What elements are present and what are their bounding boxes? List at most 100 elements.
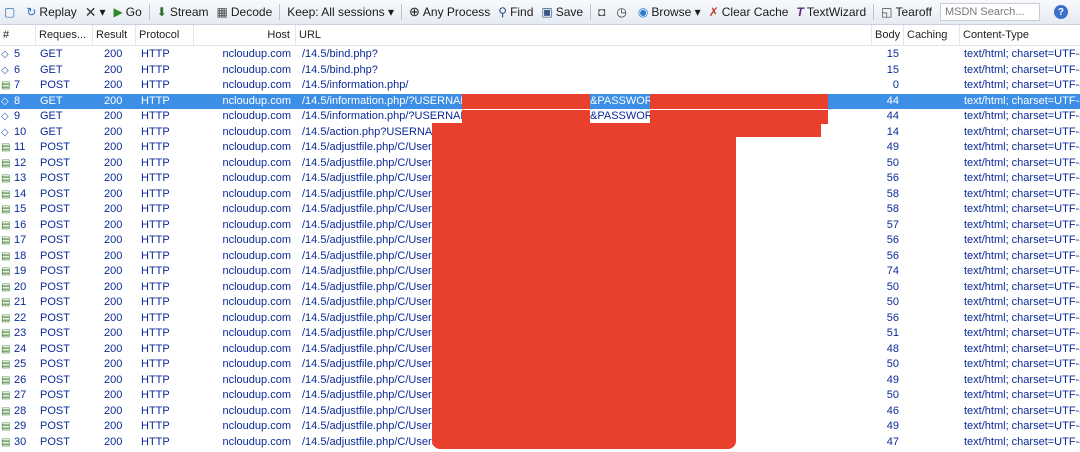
- cell-protocol: HTTP: [141, 342, 170, 355]
- cell-num: 17: [14, 234, 27, 246]
- help-icon[interactable]: ?: [1053, 5, 1068, 19]
- post-request-icon: ▤: [1, 204, 11, 215]
- cell-method: POST: [40, 420, 70, 432]
- cell-method: POST: [40, 373, 70, 386]
- cell-method: POST: [40, 156, 70, 169]
- browse-button[interactable]: ◉ Browse ▾: [634, 1, 705, 23]
- redaction-block: [462, 110, 590, 124]
- cell-url: /14.5/bind.php?: [302, 48, 378, 60]
- go-button[interactable]: ▶ Go: [110, 1, 146, 23]
- screenshot-button[interactable]: ◘: [594, 1, 612, 23]
- session-row[interactable]: ◇ 6 GET 200 HTTP ncloudup.com/14.5/bind.php? 1…: [0, 63, 1080, 79]
- cell-host: ncloudup.com: [222, 218, 292, 231]
- cell-protocol: HTTP: [141, 404, 170, 417]
- column-header-number[interactable]: #: [0, 25, 36, 45]
- toolbar: ▢ ↻ Replay ✕ ▾ ▶ Go ⬇ Stream ▦ Decode Keep: A…: [0, 0, 1080, 25]
- cell-num: 21: [14, 296, 27, 308]
- cell-content-type: text/html; charset=UTF-8: [964, 63, 1080, 76]
- replay-button[interactable]: ↻ Replay: [22, 1, 80, 23]
- column-header-protocol[interactable]: Protocol: [136, 25, 194, 45]
- cell-num: 30: [14, 435, 27, 448]
- cell-protocol: HTTP: [141, 203, 170, 215]
- cell-body: 50: [886, 389, 899, 401]
- column-header-caching[interactable]: Caching: [904, 25, 960, 45]
- cell-result: 200: [104, 420, 123, 432]
- cell-content-type: text/html; charset=UTF-8: [964, 311, 1080, 324]
- cell-body: 50: [886, 156, 899, 169]
- cell-body: 56: [886, 249, 899, 262]
- cell-host: ncloudup.com: [222, 296, 292, 308]
- cell-body: 74: [886, 265, 899, 277]
- column-header-method[interactable]: Reques...: [36, 25, 93, 45]
- comment-button[interactable]: ▢: [0, 1, 22, 23]
- cell-result: 200: [104, 327, 123, 339]
- any-process-button[interactable]: ⊕ Any Process: [405, 1, 494, 23]
- cell-protocol: HTTP: [141, 249, 170, 262]
- column-header-result[interactable]: Result: [93, 25, 136, 45]
- cell-method: POST: [40, 141, 70, 153]
- cell-protocol: HTTP: [141, 63, 170, 76]
- cell-num: 23: [14, 327, 27, 339]
- textwizard-icon: T: [796, 5, 804, 19]
- tearoff-button[interactable]: ◱ Tearoff: [877, 1, 936, 23]
- cell-content-type: text/html; charset=UTF-8: [964, 172, 1080, 184]
- cell-body: 47: [886, 435, 899, 448]
- decode-button[interactable]: ▦ Decode: [213, 1, 277, 23]
- cell-host: ncloudup.com: [222, 420, 292, 432]
- column-header-host[interactable]: Host: [194, 25, 296, 45]
- save-button[interactable]: ▣ Save: [537, 1, 587, 23]
- cell-content-type: text/html; charset=UTF-8: [964, 110, 1080, 122]
- post-request-icon: ▤: [1, 374, 11, 386]
- cell-method: POST: [40, 187, 70, 200]
- keep-sessions-dropdown[interactable]: Keep: All sessions ▾: [283, 1, 398, 23]
- cell-body: 14: [886, 125, 899, 138]
- cell-result: 200: [104, 234, 123, 246]
- session-row[interactable]: ◇ 5 GET 200 HTTP ncloudup.com/14.5/bind.php? 1…: [0, 47, 1080, 63]
- cell-body: 49: [886, 420, 899, 432]
- cell-protocol: HTTP: [141, 296, 170, 308]
- clear-cache-button[interactable]: ✗ Clear Cache: [705, 1, 793, 23]
- cell-content-type: text/html; charset=UTF-8: [964, 125, 1080, 138]
- post-request-icon: ▤: [1, 266, 11, 277]
- cell-result: 200: [104, 125, 123, 138]
- redaction-block: [736, 124, 821, 137]
- cell-result: 200: [104, 187, 123, 200]
- cell-num: 28: [14, 404, 27, 417]
- find-button[interactable]: ⚲ Find: [494, 1, 537, 23]
- cell-protocol: HTTP: [141, 311, 170, 324]
- cell-protocol: HTTP: [141, 125, 170, 138]
- cell-num: 7: [14, 79, 21, 91]
- cell-content-type: text/html; charset=UTF-8: [964, 280, 1080, 293]
- stream-button[interactable]: ⬇ Stream: [153, 1, 213, 23]
- timer-button[interactable]: ◷: [612, 1, 633, 23]
- remove-button[interactable]: ✕ ▾: [81, 1, 110, 23]
- cell-host: ncloudup.com: [222, 63, 292, 76]
- column-header-body[interactable]: Body: [872, 25, 904, 45]
- cell-host: ncloudup.com: [222, 203, 292, 215]
- cell-result: 200: [104, 389, 123, 401]
- toolbar-separator: [148, 4, 150, 20]
- cell-body: 58: [886, 203, 899, 215]
- textwizard-button[interactable]: T TextWizard: [792, 1, 870, 23]
- timer-icon: ◷: [616, 5, 627, 19]
- column-header-content-type[interactable]: Content-Type: [960, 25, 1080, 45]
- cell-result: 200: [104, 404, 123, 417]
- cell-num: 22: [14, 311, 27, 324]
- cell-result: 200: [104, 311, 123, 324]
- cell-content-type: text/html; charset=UTF-8: [964, 249, 1080, 262]
- cell-host: ncloudup.com: [222, 141, 292, 153]
- cell-result: 200: [104, 342, 123, 355]
- session-row[interactable]: ▤ 7 POST 200 HTTP ncloudup.com/14.5/informati…: [0, 78, 1080, 94]
- stream-icon: ⬇: [156, 5, 167, 19]
- column-header-url[interactable]: URL: [296, 25, 872, 45]
- toolbar-separator: [590, 4, 592, 20]
- cell-protocol: HTTP: [141, 110, 170, 122]
- msdn-search-input[interactable]: MSDN Search...: [939, 3, 1040, 21]
- tearoff-icon: ◱: [881, 5, 893, 19]
- cell-host: ncloudup.com: [222, 110, 292, 122]
- post-request-icon: ▤: [1, 250, 11, 262]
- cell-body: 49: [886, 141, 899, 153]
- cell-body: 48: [886, 342, 899, 355]
- cell-host: ncloudup.com: [222, 311, 292, 324]
- cell-method: GET: [40, 48, 63, 60]
